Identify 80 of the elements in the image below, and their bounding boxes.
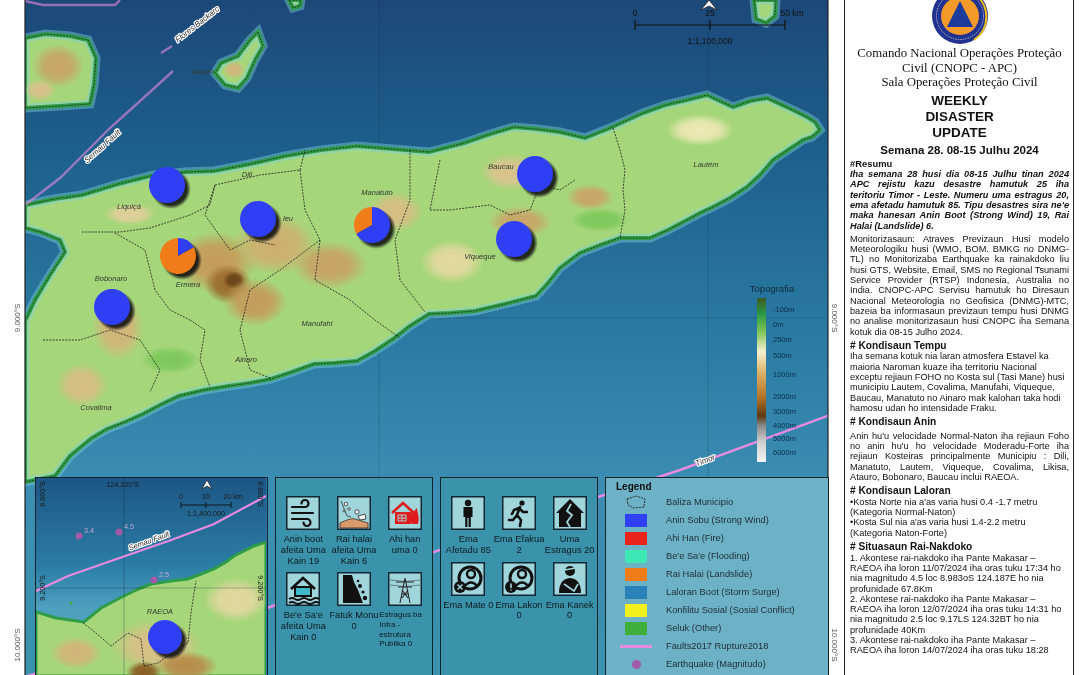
report-paragraph: Iha semana kotuk nia laran atmosfera Estavel ka maioria Naroman kuaze iha territoriu Nacional exceptu rejiaun FOHO no Kosta sul (Tasi Mane) husi municipiu Lautem, Covalima, Manufahi, Viqueque, Baucau, Manatuto no Ainaro mak kalohan taka hodi hamosu udan ho intensidade Fraku.	[850, 351, 1066, 414]
scale-label: 50 km	[780, 8, 804, 18]
scale-label: 0	[632, 8, 638, 18]
scale-label: 25	[705, 8, 715, 18]
section-heading: # Kondisaun Laloran	[850, 485, 952, 497]
report-paragraph: Monitorizasaun: Atraves Previzaun Husi modelo Meteorologiku husi (WMO, BOM. BMKG no DNMG-TL) no Monitorizaba Earthquake ka rainakdoko liu husi GTS, Website, Email, SMS no Regional Tsunami Service Provider (RTSP) Indonesia, Australia no India. CNOPC-APC Servisu hamutuk ho Diresaun Nacional Meteorologia no Geofisica (DNMG)-MTC, bazeia ba informasaun previzaun tempu husi DNMG no analise monitorizasaun husi CNOPC iha Semana kotuk dia 08-15 Julho 2024.	[850, 233, 1069, 337]
fault-line	[160, 45, 173, 54]
legend-label: Konfilitu Sosial (Sosial Conflict)	[666, 605, 795, 615]
list-item: •Kosta Sul nia a'as varia husi 1.4-2.2 metru (Kategoria Naton-Forte)	[850, 517, 1027, 539]
legend-label: Earthquake (Magnitudo)	[666, 659, 766, 669]
north-arrow-icon	[700, 0, 718, 11]
legend-label: Faults2017 Rupture2018	[666, 641, 769, 651]
list-item: 2. Akontese rai-nakdoko iha Pante Makasar – RAEOA iha loron 12/07/2024 iha oras tuku 14:31 ho nia magnitudo 2.5 loc 9.17LS 124.32BT ho nia profunidade 40Km	[850, 593, 1063, 636]
stat-caption: Anin boot afeita Uma Kain 19	[279, 534, 327, 567]
topography-title: Topografia	[749, 283, 795, 294]
scale-ratio: 1:1,100,000	[687, 36, 733, 46]
office-name: Sala Operações Proteção Civil	[880, 75, 1039, 90]
stat-caption: Ahi han uma 0	[387, 534, 422, 556]
list-item: •Kosta Norte nia a'as varia husi 0.4 -1.7 metru (Kategoria Normal-Naton)	[850, 496, 1039, 518]
legend-label: Be'e Sa'e (Flooding)	[666, 551, 750, 561]
landslide-icon	[337, 496, 371, 530]
section-heading: # Situasaun Rai-Nakdoko	[850, 541, 974, 553]
stat-caption: Ema Lakon 0	[494, 599, 544, 622]
stat-caption: Estragus ba Infra - estrutura Publika 0	[379, 610, 424, 649]
earthquake-marker-icon	[115, 528, 123, 536]
stat-caption: Uma Estragus 20	[544, 534, 595, 556]
cracked-house-icon	[552, 496, 587, 530]
island	[749, 0, 781, 29]
report-week: Semana 28. 08-15 Julhu 2024	[879, 142, 1040, 157]
stat-caption: Ema Kanek 0	[544, 599, 595, 622]
pie-slice	[149, 167, 185, 203]
person-cross-icon	[451, 561, 486, 596]
stat-caption: Ema Mate 0	[443, 599, 494, 611]
legend-label: Baliza Municipio	[666, 497, 734, 507]
list-item: 3. Akontese rai-nakdoko iha Pante Makasar – RAEOA iha loron 14/07/2024 iha oras tuku 18:28	[850, 635, 1050, 656]
rockfall-icon	[337, 572, 371, 607]
boundary-swatch-icon	[625, 495, 647, 509]
section-heading: # Kondisaun Anin	[850, 416, 938, 428]
pie-slice	[148, 620, 182, 654]
pie-slice	[517, 156, 553, 192]
wind-icon	[286, 496, 321, 530]
stat-caption: Rai halai afeita Uma Kain 6	[330, 534, 378, 567]
flooded-house-icon	[286, 572, 321, 607]
latitude-label: 10.000°S	[830, 628, 839, 662]
running-person-icon	[502, 496, 536, 530]
map-point-icon	[69, 601, 73, 605]
north-arrow-icon	[201, 479, 213, 490]
stat-caption: Fatuk Monu 0	[328, 610, 379, 632]
house-fire-icon	[387, 496, 422, 530]
pie-slice	[240, 201, 276, 237]
earthquake-marker-icon	[75, 532, 83, 540]
summary-paragraph: Iha semana 28 husi dia 08-15 Julhu tinan 2024 APC rejistu kazu desastre hamutuk 25 iha teritoriu Timor - Leste. Numeru uma estragus 20, ema afetadu hamutuk 85. Tipu desastres sira ne'e maka hanesan Anin Boot (Strong Wind) 19, Rai Halai (Landslide) 6.	[850, 169, 1069, 231]
section-heading: #Resumu	[850, 158, 894, 170]
stat-caption: Be'e Sa'e afeita Uma Kain 0	[279, 610, 327, 643]
legend-label: Anin Sobu (Strong Wind)	[666, 515, 769, 525]
scale-bar	[180, 501, 232, 509]
power-tower-icon	[387, 572, 422, 607]
report-title: WEEKLY DISASTER UPDATE	[925, 92, 994, 142]
report-paragraph: Anin hu'u velocidade Normal-Naton iha rejiaun Foho no anin hu'u ho velocidade Moderadu-Forte iha rejiaun Kosteiras principalmente Municipiu : Dili, Manatuto, Lautem, Viqueque, Covalima, Likisa, Atauro, Bobonaro, Baucau inclui RAEOA.	[850, 430, 1069, 483]
legend-label: Laloran Boot (Storm Surge)	[666, 587, 780, 597]
legend-title: Legend	[616, 481, 652, 493]
stat-caption: Ema Efakua 2	[493, 534, 545, 556]
legend-label: Rai Halai (Landslide)	[666, 569, 753, 579]
stat-caption: Ema Afetadu 85	[444, 534, 492, 556]
bandaged-person-icon	[552, 561, 587, 596]
fault-label: Timor	[694, 452, 717, 469]
list-item: 1. Akontese rai-nakdoko iha Pante Makasar – RAEOA iha loron 11/07/2024 iha oras tuku 17:34 ho nia magnitudo 4.5 loc 8.983oS 124.187E ho nia profunidade 67.8Km	[850, 552, 1062, 594]
person-icon	[451, 496, 486, 530]
section-heading: # Kondisaun Tempu	[850, 339, 948, 352]
latitude-label: 9.000°S	[13, 303, 22, 333]
organization-name: Comando Nacional Operações Proteção Civil (CNOPC - APC)	[856, 46, 1063, 76]
legend-label: Ahi Han (Fire)	[666, 533, 724, 543]
legend-label: Seluk (Other)	[666, 623, 722, 633]
pie-slice	[94, 289, 130, 325]
island	[281, 0, 307, 14]
person-alert-icon	[502, 561, 536, 596]
pie-slice	[496, 221, 532, 257]
earthquake-marker-icon	[150, 576, 158, 584]
latitude-label: 10.000°S	[13, 628, 22, 662]
latitude-label: 9.000°S	[830, 303, 839, 333]
